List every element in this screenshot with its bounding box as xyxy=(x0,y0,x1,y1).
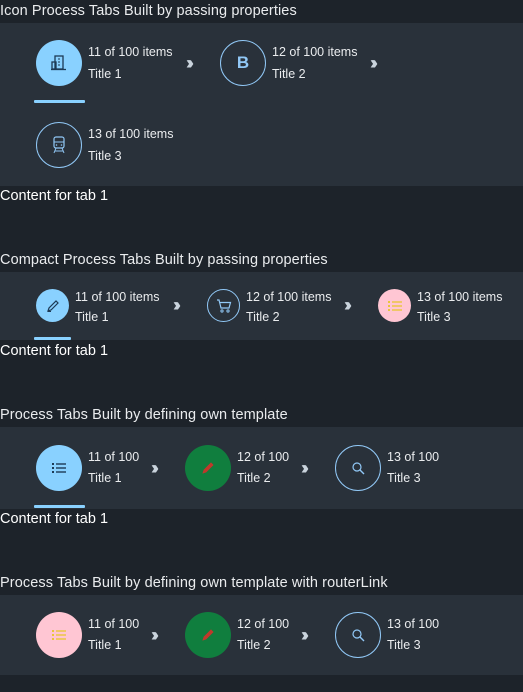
tab-count: 12 of 100 xyxy=(237,450,290,464)
active-tab-indicator xyxy=(34,505,85,508)
cart-icon xyxy=(207,289,240,322)
list-icon xyxy=(36,445,82,491)
tab-count: 12 of 100 xyxy=(237,617,290,631)
tab-title: Title 3 xyxy=(88,149,122,163)
chevron-right-icon: ››› xyxy=(344,295,352,315)
tab-title: Title 2 xyxy=(246,310,280,324)
search-icon xyxy=(335,445,381,491)
tab-count: 12 of 100 items xyxy=(272,45,358,59)
active-tab-indicator xyxy=(34,337,71,340)
tab-count: 11 of 100 items xyxy=(75,290,160,304)
chevron-right-icon: ››› xyxy=(301,625,309,645)
tab-title: Title 1 xyxy=(88,471,122,485)
own-template-tabs-bar: 11 of 100 Title 1 ››› 12 of 100 Title 2 … xyxy=(0,427,523,509)
chevron-right-icon: ››› xyxy=(186,53,194,73)
tab-count: 11 of 100 xyxy=(88,450,140,464)
tab-count: 13 of 100 xyxy=(387,450,440,464)
tab-content: Content for tab 1 xyxy=(0,511,109,527)
list-icon xyxy=(36,612,82,658)
tab-count: 12 of 100 items xyxy=(246,290,332,304)
tab-count: 13 of 100 items xyxy=(88,127,174,141)
pencil-icon xyxy=(36,289,69,322)
section-title-compact-process-tabs: Compact Process Tabs Built by passing pr… xyxy=(0,252,328,268)
tab-title: Title 2 xyxy=(272,67,306,81)
chevron-right-icon: ››› xyxy=(370,53,378,73)
tab-count: 11 of 100 xyxy=(88,617,140,631)
chevron-right-icon: ››› xyxy=(173,295,181,315)
pencil-icon xyxy=(185,445,231,491)
tab-title: Title 3 xyxy=(387,471,421,485)
compact-process-tabs-bar: 11 of 100 items Title 1 ››› 12 of 100 it… xyxy=(0,272,523,340)
chevron-right-icon: ››› xyxy=(151,625,159,645)
tab-title: Title 3 xyxy=(387,638,421,652)
tab-title: Title 1 xyxy=(88,638,122,652)
train-icon xyxy=(36,122,82,168)
tab-count: 11 of 100 items xyxy=(88,45,173,59)
tab-title: Title 1 xyxy=(75,310,109,324)
tab-title: Title 3 xyxy=(417,310,451,324)
router-link-tabs-bar: 11 of 100 Title 1 ››› 12 of 100 Title 2 … xyxy=(0,595,523,675)
active-tab-indicator xyxy=(34,100,85,103)
section-title-icon-process-tabs: Icon Process Tabs Built by passing prope… xyxy=(0,3,297,19)
tab-title: Title 1 xyxy=(88,67,122,81)
chevron-right-icon: ››› xyxy=(301,458,309,478)
search-icon xyxy=(335,612,381,658)
letter-b-icon: B xyxy=(220,40,266,86)
section-title-own-template: Process Tabs Built by defining own templ… xyxy=(0,407,288,423)
building-icon xyxy=(36,40,82,86)
section-title-own-template-routerlink: Process Tabs Built by defining own templ… xyxy=(0,575,388,591)
pencil-icon xyxy=(185,612,231,658)
tab-count: 13 of 100 items xyxy=(417,290,503,304)
chevron-right-icon: ››› xyxy=(151,458,159,478)
tab-content: Content for tab 1 xyxy=(0,343,109,359)
icon-process-tabs-bar: 11 of 100 items Title 1 ››› B 12 of 100 … xyxy=(0,23,523,186)
list-icon xyxy=(378,289,411,322)
tab-title: Title 2 xyxy=(237,471,271,485)
tab-title: Title 2 xyxy=(237,638,271,652)
tab-content: Content for tab 1 xyxy=(0,188,109,204)
tab-count: 13 of 100 xyxy=(387,617,440,631)
